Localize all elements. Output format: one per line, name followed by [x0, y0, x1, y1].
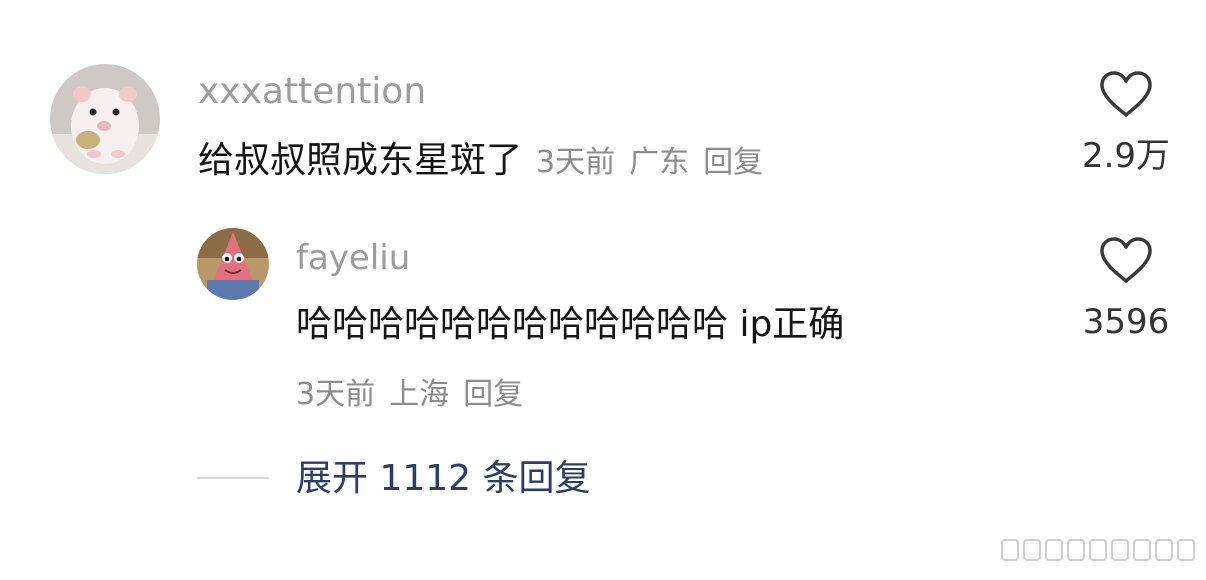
- reply-avatar[interactable]: [197, 228, 269, 300]
- hamster-avatar-icon: [50, 64, 160, 174]
- reply-like[interactable]: 3596: [1071, 236, 1181, 344]
- reply-like-count: 3596: [1082, 302, 1170, 342]
- expand-divider: [197, 477, 269, 479]
- comment-time: 3天前: [536, 145, 616, 180]
- reply-reply-button[interactable]: 回复: [463, 377, 523, 412]
- comment-like[interactable]: 2.9万: [1071, 70, 1181, 178]
- reply-time: 3天前: [296, 377, 376, 412]
- comment-meta: 3天前 广东 回复: [536, 138, 763, 188]
- comment-avatar[interactable]: [50, 64, 160, 174]
- reply-username[interactable]: fayeliu: [296, 236, 410, 280]
- comment-reply-button[interactable]: 回复: [703, 145, 763, 180]
- comment-like-count: 2.9万: [1081, 136, 1171, 176]
- reply-location: 上海: [389, 377, 450, 412]
- comment-username[interactable]: xxxattention: [198, 70, 426, 114]
- comment-location: 广东: [629, 145, 690, 180]
- reply-meta: 3天前 上海 回复: [296, 372, 523, 418]
- watermark-icon: [1001, 539, 1195, 561]
- watermark-dots: [1000, 536, 1196, 564]
- comment-text-line: 给叔叔照成东星斑了 3天前 广东 回复: [198, 136, 763, 186]
- heart-outline-icon[interactable]: [1099, 70, 1153, 118]
- patrick-star-avatar-icon: [197, 228, 269, 300]
- reply-text: 哈哈哈哈哈哈哈哈哈哈哈哈 ip正确: [296, 304, 845, 345]
- heart-outline-icon[interactable]: [1099, 236, 1153, 284]
- comment-text: 给叔叔照成东星斑了: [198, 140, 523, 181]
- expand-replies-button[interactable]: 展开 1112 条回复: [296, 456, 591, 502]
